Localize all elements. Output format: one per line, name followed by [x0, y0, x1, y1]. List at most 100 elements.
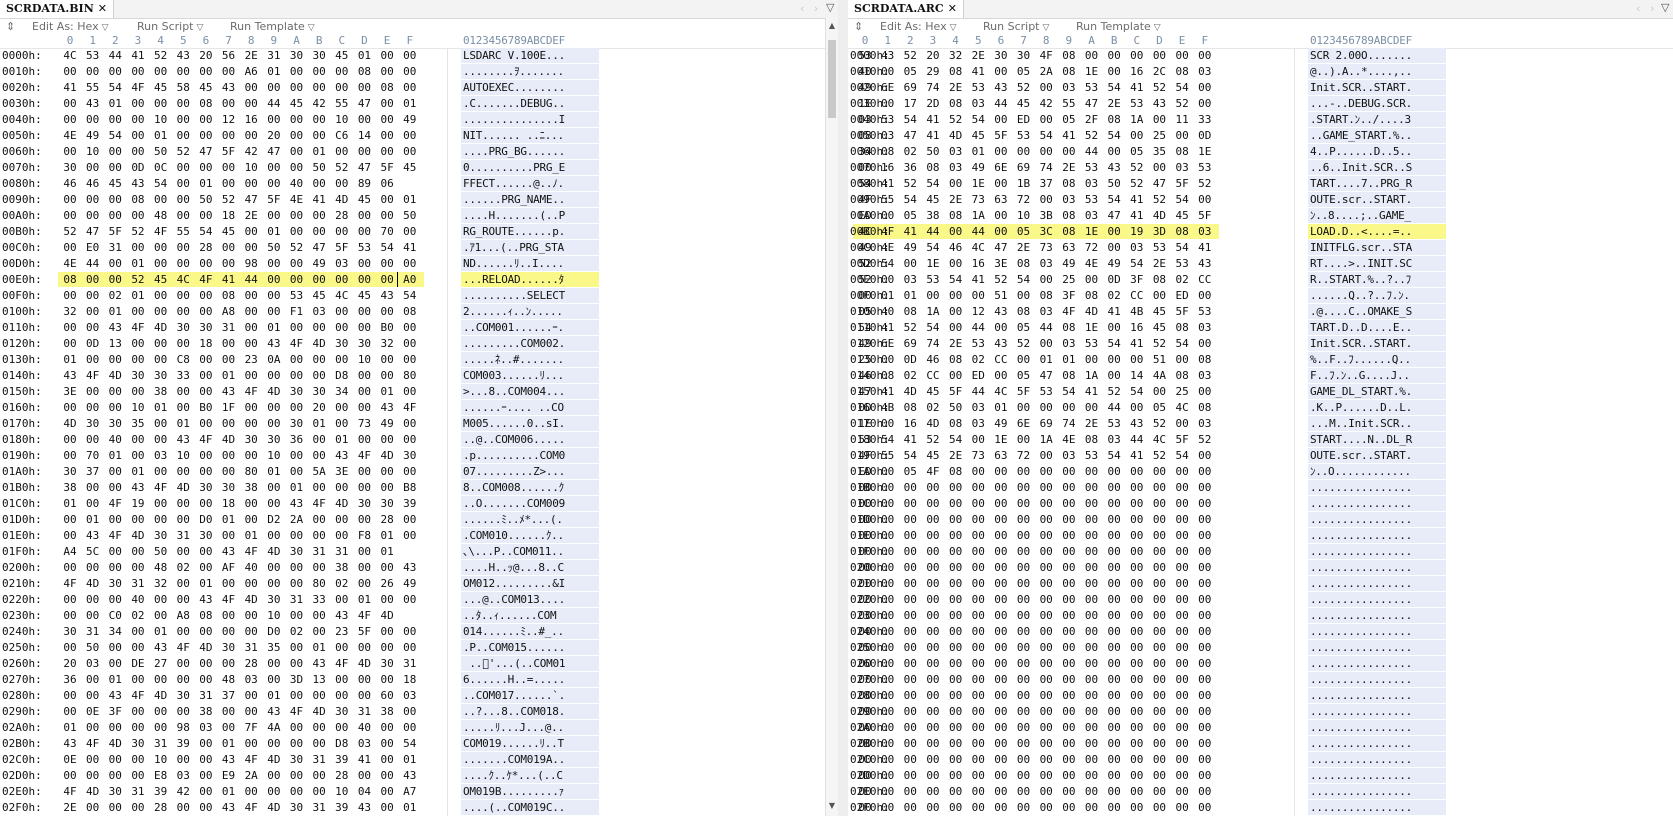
hex-byte[interactable]: 4F [175, 640, 191, 655]
hex-byte[interactable]: 41 [221, 272, 237, 287]
hex-byte[interactable]: 00 [1129, 672, 1145, 687]
hex-byte[interactable]: 54 [402, 736, 418, 751]
hex-byte[interactable]: 00 [221, 720, 237, 735]
hex-byte[interactable]: 5F [1174, 304, 1190, 319]
hex-byte[interactable]: 00 [1197, 48, 1213, 63]
hex-row[interactable]: 0100h: 32 00 01 00 00 00 00 A8 00 00 F1 03 00 00 00 08 2.… [0, 304, 838, 319]
hex-byte[interactable]: 41 [402, 240, 418, 255]
hex-byte[interactable]: 11 [1174, 112, 1190, 127]
hex-byte[interactable]: 00 [1016, 800, 1032, 815]
hex-byte[interactable]: 00 [379, 368, 395, 383]
hex-byte[interactable]: 14 [356, 128, 372, 143]
hex-byte[interactable]: 00 [379, 96, 395, 111]
hex-byte[interactable]: 00 [62, 144, 78, 159]
hex-row[interactable]: 0010h: 00 00 00 00 00 00 00 00 A6 01 00 00 00 08 00 00..… [0, 64, 838, 79]
hex-byte[interactable]: 00 [1197, 672, 1213, 687]
hex-byte[interactable]: 00 [993, 688, 1009, 703]
hex-byte[interactable]: 00 [311, 64, 327, 79]
hex-byte[interactable]: 4F [243, 800, 259, 815]
hex-byte[interactable]: 4F [130, 80, 146, 95]
hex-byte[interactable]: 00 [334, 688, 350, 703]
hex-byte[interactable]: 4D [107, 736, 123, 751]
hex-byte[interactable]: 52 [857, 256, 873, 271]
hex-byte[interactable]: 49 [402, 112, 418, 127]
hex-byte[interactable]: 00 [198, 672, 214, 687]
hex-byte[interactable]: 00 [1174, 128, 1190, 143]
hex-byte[interactable]: 00 [1174, 656, 1190, 671]
hex-row[interactable]: 02C0h: 0E 00 00 00 10 00 00 43 4F 4D 30 31 39 41 00 01..… [0, 752, 838, 767]
hex-byte[interactable]: 4D [925, 416, 941, 431]
hex-byte[interactable]: 00 [85, 688, 101, 703]
hex-byte[interactable]: 00 [993, 112, 1009, 127]
hex-byte[interactable]: 00 [1038, 720, 1054, 735]
hex-byte[interactable]: 00 [1038, 192, 1054, 207]
hex-row[interactable]: 0080h: 46 46 45 43 54 00 01 00 00 00 40 00 00 89 06 FFEC… [0, 176, 838, 191]
hex-byte[interactable]: 53 [1129, 96, 1145, 111]
hex-byte[interactable]: 00 [1016, 656, 1032, 671]
hex-byte[interactable]: 00 [356, 224, 372, 239]
hex-byte[interactable]: 00 [1016, 352, 1032, 367]
hex-byte[interactable]: 00 [175, 576, 191, 591]
hex-byte[interactable]: 00 [198, 544, 214, 559]
hex-byte[interactable]: 54 [902, 448, 918, 463]
hex-byte[interactable]: 49 [970, 160, 986, 175]
hex-row[interactable]: 01A0h: ED 00 05 4F 08 00 00 00 00 00 00 00 00 00 00 00 ﾝ.… [848, 464, 1673, 479]
hex-byte[interactable]: 00 [402, 592, 418, 607]
ascii-text[interactable]: ................ [1310, 768, 1412, 783]
hex-byte[interactable]: 2D [925, 96, 941, 111]
hex-byte[interactable]: 13 [107, 336, 123, 351]
hex-byte[interactable]: 00 [289, 64, 305, 79]
hex-byte[interactable]: 40 [880, 304, 896, 319]
hex-byte[interactable]: 00 [153, 64, 169, 79]
hex-byte[interactable]: 31 [153, 736, 169, 751]
hex-byte[interactable]: 00 [1106, 784, 1122, 799]
hex-byte[interactable]: 03 [1061, 192, 1077, 207]
hex-byte[interactable]: 10 [153, 112, 169, 127]
hex-byte[interactable]: 53 [1084, 80, 1100, 95]
hex-byte[interactable]: 01 [970, 144, 986, 159]
hex-byte[interactable]: 28 [334, 208, 350, 223]
hex-byte[interactable]: 00 [1061, 704, 1077, 719]
hex-byte[interactable]: 6E [880, 80, 896, 95]
hex-byte[interactable]: 00 [289, 224, 305, 239]
hex-byte[interactable]: 00 [925, 624, 941, 639]
hex-byte[interactable]: 00 [948, 656, 964, 671]
hex-byte[interactable]: 03 [948, 160, 964, 175]
hex-byte[interactable]: 00 [198, 64, 214, 79]
hex-byte[interactable]: 49 [379, 416, 395, 431]
hex-byte[interactable]: 55 [880, 448, 896, 463]
hex-byte[interactable]: 30 [289, 384, 305, 399]
hex-byte[interactable]: 00 [311, 320, 327, 335]
hex-byte[interactable]: 45 [970, 128, 986, 143]
hex-byte[interactable]: 00 [175, 64, 191, 79]
hex-byte[interactable]: 69 [1038, 416, 1054, 431]
hex-byte[interactable]: 52 [1197, 432, 1213, 447]
hex-byte[interactable]: 54 [857, 320, 873, 335]
hex-byte[interactable]: 00 [379, 800, 395, 815]
hex-byte[interactable]: 08 [1061, 64, 1077, 79]
hex-byte[interactable]: 00 [130, 208, 146, 223]
ascii-text[interactable]: F..ﾌ.ﾝ..G....J.. [1310, 368, 1410, 383]
hex-byte[interactable]: 54 [970, 112, 986, 127]
ascii-text[interactable]: TART....7..PRG_R [1310, 176, 1412, 191]
hex-byte[interactable]: 00 [289, 784, 305, 799]
ascii-text[interactable]: ................ [1310, 656, 1412, 671]
hex-byte[interactable]: 00 [356, 688, 372, 703]
hex-byte[interactable]: 74 [925, 336, 941, 351]
hex-byte[interactable]: 00 [402, 336, 418, 351]
hex-byte[interactable]: 54 [1174, 192, 1190, 207]
hex-byte[interactable]: 49 [857, 240, 873, 255]
hex-row[interactable]: 0050h: 4E 49 54 00 01 00 00 00 00 20 00 00 C6 14 00 00 NI… [0, 128, 838, 143]
hex-byte[interactable]: 00 [130, 752, 146, 767]
hex-byte[interactable]: 30 [289, 48, 305, 63]
hex-byte[interactable]: 0C [153, 160, 169, 175]
hex-byte[interactable]: 01 [221, 736, 237, 751]
hex-byte[interactable]: 00 [402, 352, 418, 367]
hex-byte[interactable]: 00 [175, 656, 191, 671]
hex-byte[interactable]: 08 [1151, 272, 1167, 287]
hex-byte[interactable]: 56 [221, 48, 237, 63]
hex-byte[interactable]: 4D [130, 528, 146, 543]
hex-byte[interactable]: 31 [311, 544, 327, 559]
hex-byte[interactable]: 00 [1084, 400, 1100, 415]
hex-byte[interactable]: 00 [857, 576, 873, 591]
